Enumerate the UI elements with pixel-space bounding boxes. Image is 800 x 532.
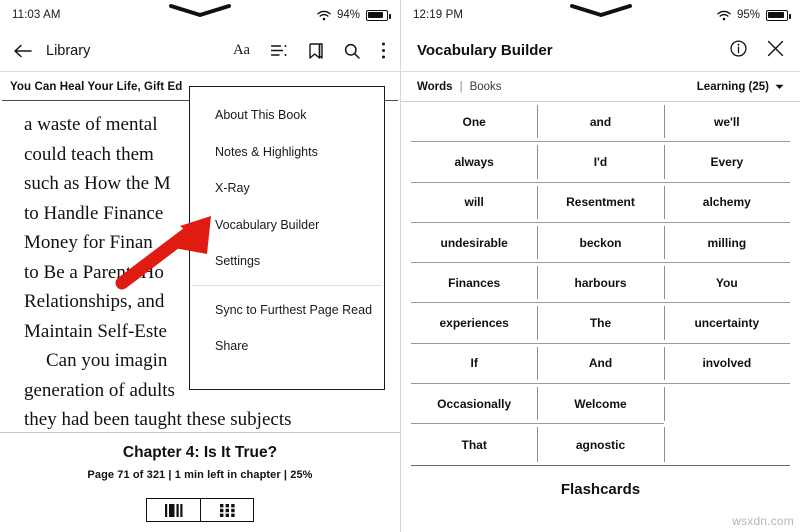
page-title: Vocabulary Builder [417,42,553,59]
library-button-label[interactable]: Library [46,43,90,59]
kindle-reader-panel: 11:03 AM 94% Library Aa You Can Heal You… [0,0,400,532]
word-cell[interactable]: will [411,183,537,222]
word-cell[interactable]: That [411,424,537,464]
word-cell-empty [663,384,790,424]
word-cell[interactable]: we'll [663,102,790,141]
wifi-icon [717,10,731,20]
word-row: experiences The uncertainty [411,303,790,344]
word-cell[interactable]: and [537,102,663,141]
book-line: they had been taught these subjects [24,409,292,430]
vertical-bars-icon [164,503,182,517]
vocabulary-builder-panel: 12:19 PM 95% Vocabulary Builder Words | … [400,0,800,532]
menu-item-settings[interactable]: Settings [190,243,384,280]
battery-icon [766,9,791,21]
vocabulary-subbar: Words | Books Learning (25) [401,72,800,102]
bookmark-icon[interactable] [309,42,323,59]
word-cell[interactable]: undesirable [411,223,537,262]
grid-squares-icon [219,503,235,517]
learning-filter-dropdown[interactable]: Learning (25) [697,81,784,93]
flashcards-button[interactable]: Flashcards [401,466,800,498]
word-cell[interactable]: involved [663,344,790,383]
word-row: undesirable beckon milling [411,223,790,264]
word-cell[interactable]: One [411,102,537,141]
more-options-icon[interactable] [381,42,386,59]
word-cell[interactable]: beckon [537,223,663,262]
word-row: If And involved [411,344,790,385]
word-row: That agnostic [411,424,790,464]
page-view-button[interactable] [147,499,200,521]
vocabulary-tabs: Words | Books [417,81,502,93]
word-cell-empty [663,424,790,464]
toolbar-icon-group: Aa [233,42,386,59]
menu-item-share[interactable]: Share [190,328,384,365]
table-of-contents-icon[interactable] [271,44,288,57]
status-time: 12:19 PM [413,9,464,21]
word-cell[interactable]: uncertainty [663,303,790,342]
word-cell[interactable]: harbours [537,263,663,302]
reader-overflow-menu: About This Book Notes & Highlights X-Ray… [189,86,385,390]
reader-toolbar: Library Aa [0,30,400,72]
screenshot-root: 11:03 AM 94% Library Aa You Can Heal You… [0,0,800,532]
info-circle-icon[interactable] [730,39,747,62]
toolbar-left-group: Library [14,43,90,59]
font-size-icon[interactable]: Aa [233,42,250,59]
status-time: 11:03 AM [12,9,61,21]
grid-view-button[interactable] [200,499,253,521]
menu-divider [192,284,382,286]
view-mode-toggle [146,498,254,522]
battery-percent: 94% [336,9,360,21]
word-cell[interactable]: If [411,344,537,383]
word-cell[interactable]: Occasionally [411,384,538,425]
word-cell[interactable]: Finances [411,263,537,302]
word-cell[interactable]: Welcome [537,384,664,425]
status-indicators: 94% [317,9,391,21]
word-cell[interactable]: You [663,263,790,302]
word-cell[interactable]: And [537,344,663,383]
status-indicators: 95% [717,9,791,21]
word-row: Finances harbours You [411,263,790,304]
wifi-icon [317,10,331,20]
reader-footer: Chapter 4: Is It True? Page 71 of 321 | … [0,432,400,532]
chapter-title: Chapter 4: Is It True? [122,444,278,461]
close-x-icon[interactable] [767,40,784,62]
header-actions [730,39,784,62]
right-status-bar: 12:19 PM 95% [401,0,800,30]
vocabulary-word-grid: One and we'll always I'd Every will Rese… [401,102,800,465]
notch-chevron-icon [169,4,231,17]
menu-item-notes-highlights[interactable]: Notes & Highlights [190,134,384,171]
battery-percent: 95% [736,9,760,21]
learning-filter-label: Learning (25) [696,80,769,93]
tab-words[interactable]: Words [417,81,453,93]
word-cell[interactable]: experiences [411,303,537,342]
tab-books[interactable]: Books [470,81,502,93]
search-icon[interactable] [344,43,360,59]
battery-icon [366,9,391,21]
menu-item-sync-furthest-page[interactable]: Sync to Furthest Page Read [190,292,384,329]
chevron-down-icon [775,84,784,89]
vocabulary-header: Vocabulary Builder [401,30,800,72]
tab-divider: | [459,80,463,93]
word-row: Occasionally Welcome [411,384,790,425]
word-cell[interactable]: Every [663,142,790,181]
word-cell[interactable]: alchemy [663,183,790,222]
word-cell[interactable]: The [537,303,663,342]
word-row: will Resentment alchemy [411,183,790,223]
watermark: wsxdn.com [732,514,794,528]
back-arrow-icon[interactable] [14,44,32,58]
word-cell[interactable]: I'd [537,142,663,181]
reading-progress: Page 71 of 321 | 1 min left in chapter |… [87,469,313,481]
word-cell[interactable]: milling [663,223,790,262]
menu-item-about-this-book[interactable]: About This Book [190,97,384,134]
word-cell[interactable]: Resentment [537,183,663,222]
word-cell[interactable]: always [411,142,537,181]
word-cell[interactable]: agnostic [537,424,663,464]
notch-chevron-icon [569,4,632,17]
left-status-bar: 11:03 AM 94% [0,0,400,30]
menu-item-vocabulary-builder[interactable]: Vocabulary Builder [190,207,384,244]
word-row: always I'd Every [411,142,790,183]
menu-item-x-ray[interactable]: X-Ray [190,170,384,207]
word-row: One and we'll [411,102,790,143]
